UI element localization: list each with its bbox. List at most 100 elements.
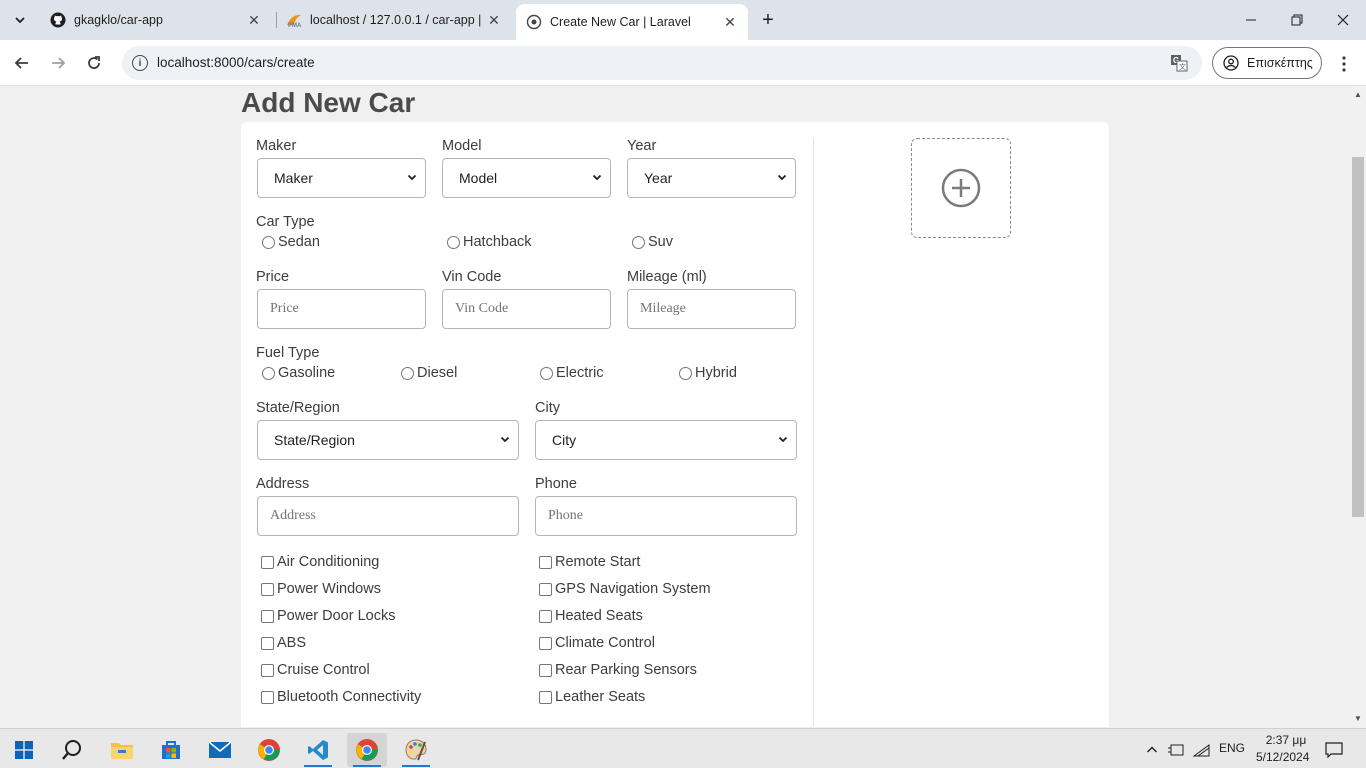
chrome-button[interactable]: [249, 733, 289, 767]
tab-phpmyadmin[interactable]: PMA localhost / 127.0.0.1 / car-app | ✕: [276, 4, 512, 36]
checkbox[interactable]: [261, 555, 274, 569]
fuel-type-radio-electric[interactable]: Electric: [540, 365, 604, 381]
feature-climate-control[interactable]: Climate Control: [539, 635, 655, 651]
vin-input[interactable]: [442, 289, 611, 329]
checkbox[interactable]: [261, 609, 274, 623]
radio-button[interactable]: [262, 235, 275, 249]
car-type-radio-suv[interactable]: Suv: [632, 234, 673, 250]
feature-rear-parking-sensors[interactable]: Rear Parking Sensors: [539, 662, 697, 678]
paint-button[interactable]: [396, 733, 436, 767]
feature-power-door-locks[interactable]: Power Door Locks: [261, 608, 395, 624]
feature-power-windows[interactable]: Power Windows: [261, 581, 381, 597]
car-type-radio-hatchback[interactable]: Hatchback: [447, 234, 532, 250]
checkbox[interactable]: [261, 663, 274, 677]
feature-abs[interactable]: ABS: [261, 635, 306, 651]
checkbox-label: Power Door Locks: [277, 608, 396, 624]
profile-button[interactable]: Επισκέπτης: [1212, 47, 1322, 79]
tab-github[interactable]: gkagklo/car-app ✕: [40, 4, 272, 36]
clock-time[interactable]: 2:37 μμ: [1262, 733, 1310, 747]
state-select[interactable]: State/Region: [257, 420, 519, 460]
checkbox[interactable]: [539, 609, 552, 623]
checkbox[interactable]: [539, 582, 552, 596]
chrome-icon: [356, 739, 378, 761]
radio-label: Sedan: [278, 234, 320, 250]
scroll-down-arrow-icon[interactable]: ▼: [1354, 715, 1362, 723]
feature-bluetooth[interactable]: Bluetooth Connectivity: [261, 689, 421, 705]
minimize-button[interactable]: [1228, 0, 1274, 40]
url-text[interactable]: localhost:8000/cars/create: [157, 55, 315, 70]
scroll-thumb[interactable]: [1352, 157, 1364, 517]
info-icon[interactable]: i: [132, 55, 148, 71]
feature-remote-start[interactable]: Remote Start: [539, 554, 640, 570]
address-input[interactable]: [257, 496, 519, 536]
show-hidden-icons-button[interactable]: [1140, 733, 1164, 767]
fuel-type-radio-gasoline[interactable]: Gasoline: [262, 365, 335, 381]
mail-icon: [208, 741, 232, 758]
checkbox[interactable]: [539, 663, 552, 677]
tab-create-car[interactable]: Create New Car | Laravel ✕: [516, 4, 748, 40]
page-scrollbar[interactable]: ▲ ▼: [1350, 87, 1366, 727]
radio-button[interactable]: [632, 235, 645, 249]
restore-button[interactable]: [1274, 0, 1320, 40]
scroll-up-arrow-icon[interactable]: ▲: [1354, 91, 1362, 99]
mail-button[interactable]: [200, 733, 240, 767]
checkbox[interactable]: [539, 555, 552, 569]
browser-menu-button[interactable]: [1332, 52, 1356, 76]
image-upload-button[interactable]: [911, 138, 1011, 238]
radio-button[interactable]: [540, 366, 553, 380]
checkbox[interactable]: [539, 636, 552, 650]
checkbox[interactable]: [261, 582, 274, 596]
reload-button[interactable]: [80, 49, 108, 77]
network-button[interactable]: [1190, 733, 1214, 767]
tab-search-button[interactable]: [8, 8, 32, 32]
radio-button[interactable]: [401, 366, 414, 380]
checkbox-label: GPS Navigation System: [555, 581, 711, 597]
checkbox[interactable]: [261, 690, 274, 704]
store-button[interactable]: [151, 733, 191, 767]
close-window-button[interactable]: [1320, 0, 1366, 40]
back-button[interactable]: [8, 49, 36, 77]
radio-button[interactable]: [262, 366, 275, 380]
close-tab-icon[interactable]: ✕: [722, 14, 738, 30]
notifications-button[interactable]: [1318, 733, 1350, 767]
year-label: Year: [627, 138, 657, 154]
maker-select[interactable]: Maker: [257, 158, 426, 198]
battery-button[interactable]: [1164, 733, 1188, 767]
address-bar[interactable]: i localhost:8000/cars/create G文: [122, 46, 1202, 80]
checkbox[interactable]: [261, 636, 274, 650]
feature-cruise-control[interactable]: Cruise Control: [261, 662, 370, 678]
close-tab-icon[interactable]: ✕: [486, 12, 502, 28]
close-tab-icon[interactable]: ✕: [246, 12, 262, 28]
translate-icon[interactable]: G文: [1170, 54, 1188, 72]
clock-date[interactable]: 5/12/2024: [1256, 750, 1309, 764]
city-select-value: City: [552, 432, 577, 448]
price-input[interactable]: [257, 289, 426, 329]
new-tab-button[interactable]: +: [756, 8, 780, 32]
car-form-card: Maker Maker Model Model Year Year Car Ty…: [241, 122, 1109, 727]
phone-input[interactable]: [535, 496, 797, 536]
city-select[interactable]: City: [535, 420, 797, 460]
forward-button[interactable]: [44, 49, 72, 77]
start-button[interactable]: [4, 733, 44, 767]
car-type-radio-sedan[interactable]: Sedan: [262, 234, 320, 250]
restore-icon: [1291, 14, 1303, 26]
active-indicator: [402, 765, 430, 767]
feature-gps-navigation[interactable]: GPS Navigation System: [539, 581, 711, 597]
language-indicator[interactable]: ENG: [1219, 741, 1245, 755]
model-select[interactable]: Model: [442, 158, 611, 198]
feature-air-conditioning[interactable]: Air Conditioning: [261, 554, 379, 570]
feature-heated-seats[interactable]: Heated Seats: [539, 608, 643, 624]
year-select[interactable]: Year: [627, 158, 796, 198]
file-explorer-button[interactable]: [102, 733, 142, 767]
radio-button[interactable]: [447, 235, 460, 249]
checkbox[interactable]: [539, 690, 552, 704]
feature-leather-seats[interactable]: Leather Seats: [539, 689, 645, 705]
model-label: Model: [442, 138, 482, 154]
fuel-type-radio-diesel[interactable]: Diesel: [401, 365, 457, 381]
vscode-button[interactable]: [298, 733, 338, 767]
search-button[interactable]: [52, 733, 92, 767]
fuel-type-radio-hybrid[interactable]: Hybrid: [679, 365, 737, 381]
mileage-input[interactable]: [627, 289, 796, 329]
chrome-active-button[interactable]: [347, 733, 387, 767]
radio-button[interactable]: [679, 366, 692, 380]
